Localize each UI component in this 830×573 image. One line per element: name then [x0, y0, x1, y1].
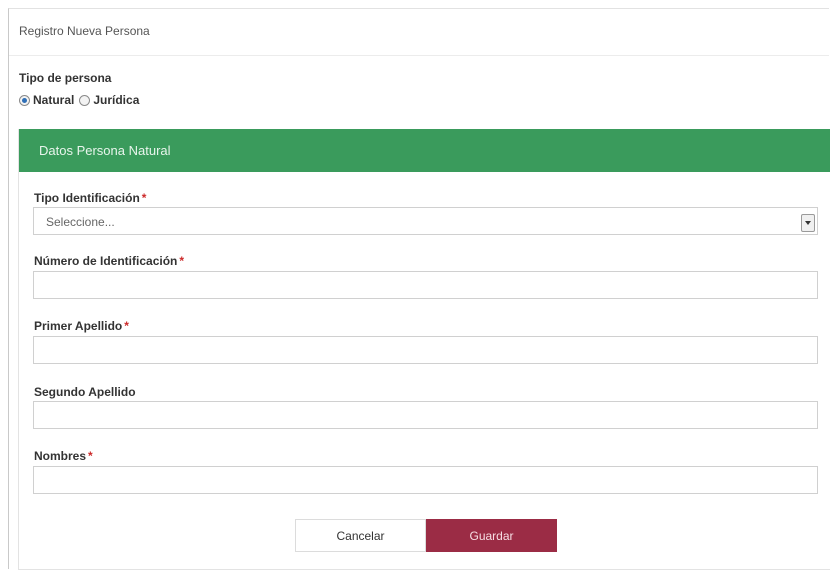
radio-option-juridica[interactable]: Jurídica — [79, 93, 139, 107]
tipo-persona-label: Tipo de persona — [19, 71, 112, 85]
numero-identificacion-label: Número de Identificación * — [34, 254, 184, 268]
radio-juridica-label: Jurídica — [93, 93, 140, 107]
registration-window: Registro Nueva Persona Tipo de persona N… — [8, 8, 830, 570]
tipo-persona-radio-group: Natural Jurídica — [19, 93, 144, 107]
tipo-identificacion-select[interactable]: Seleccione... — [33, 207, 818, 235]
title-divider — [9, 55, 829, 56]
tipo-identificacion-label-text: Tipo Identificación — [34, 191, 140, 205]
primer-apellido-label: Primer Apellido * — [34, 319, 129, 333]
radio-option-natural[interactable]: Natural — [19, 93, 74, 107]
page-title: Registro Nueva Persona — [19, 24, 150, 38]
radio-juridica[interactable] — [79, 94, 91, 106]
radio-natural-label: Natural — [33, 93, 75, 107]
datos-persona-panel: Datos Persona Natural Tipo Identificació… — [18, 129, 830, 570]
chevron-down-icon[interactable] — [801, 214, 815, 232]
primer-apellido-label-text: Primer Apellido — [34, 319, 123, 333]
tipo-identificacion-label: Tipo Identificación * — [34, 191, 146, 205]
numero-identificacion-label-text: Número de Identificación — [34, 254, 178, 268]
segundo-apellido-label: Segundo Apellido — [34, 385, 136, 399]
radio-natural[interactable] — [19, 94, 30, 106]
save-button[interactable]: Guardar — [426, 519, 557, 552]
panel-header: Datos Persona Natural — [19, 129, 830, 172]
cancel-button[interactable]: Cancelar — [295, 519, 426, 552]
panel-header-title: Datos Persona Natural — [39, 143, 171, 158]
nombres-label-text: Nombres — [34, 449, 87, 463]
tipo-identificacion-selected-value: Seleccione... — [46, 215, 115, 229]
primer-apellido-input[interactable] — [33, 336, 818, 364]
segundo-apellido-input[interactable] — [33, 401, 818, 429]
nombres-label: Nombres * — [34, 449, 93, 463]
required-mark: * — [124, 319, 129, 333]
required-mark: * — [88, 449, 93, 463]
required-mark: * — [179, 254, 185, 268]
required-mark: * — [141, 191, 147, 205]
nombres-input[interactable] — [33, 466, 818, 494]
numero-identificacion-input[interactable] — [33, 271, 818, 299]
